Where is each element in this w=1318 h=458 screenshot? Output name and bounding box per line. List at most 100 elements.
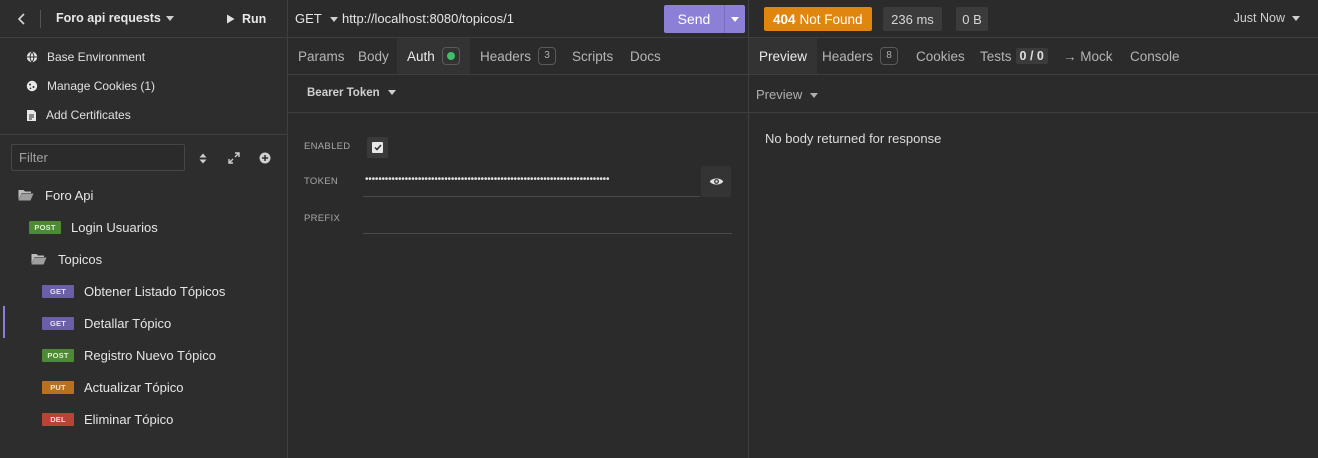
headers-count-badge: 3 [538, 47, 557, 65]
globe-icon [26, 51, 38, 63]
send-options-button[interactable] [725, 16, 745, 22]
show-token-button[interactable] [701, 166, 731, 197]
tab-params[interactable]: Params [298, 38, 345, 74]
collection-label: Foro Api [45, 187, 94, 203]
method-selector[interactable]: GET [295, 11, 338, 26]
menu-add-certificates[interactable]: Add Certificates [26, 105, 131, 125]
folder-topicos[interactable]: Topicos [31, 248, 102, 270]
sidebar-header: Foro api requests Run [0, 0, 287, 38]
certificate-icon [27, 109, 36, 121]
expand-all-button[interactable] [225, 149, 243, 167]
active-request-indicator [3, 306, 5, 338]
token-underline [363, 196, 700, 197]
auth-type-bar: Bearer Token [288, 75, 748, 113]
url-input[interactable]: http://localhost:8080/topicos/1 [342, 11, 514, 26]
request-label: Login Usuarios [71, 219, 158, 235]
request-label: Actualizar Tópico [84, 379, 184, 395]
request-eliminar-topico[interactable]: DEL Eliminar Tópico [42, 408, 173, 430]
request-obtener-listado[interactable]: GET Obtener Listado Tópicos [42, 280, 225, 302]
menu-label: Add Certificates [46, 108, 131, 122]
tab-mock[interactable]: → Mock [1063, 38, 1113, 74]
enabled-label: ENABLED [304, 141, 351, 152]
run-label: Run [242, 12, 267, 26]
status-text: Not Found [799, 11, 863, 27]
history-selector[interactable]: Just Now [1234, 11, 1300, 25]
run-button[interactable]: Run [226, 10, 266, 28]
response-status-bar: 404 Not Found 236 ms 0 B Just Now [749, 0, 1318, 38]
method-badge: GET [42, 316, 74, 330]
tab-headers[interactable]: Headers 3 [480, 38, 557, 74]
response-tabs: Preview Headers 8 Cookies Tests 0 / 0 → … [749, 38, 1318, 75]
project-name: Foro api requests [56, 11, 161, 25]
chevron-down-icon [387, 90, 396, 96]
checkbox-box [372, 142, 383, 153]
enabled-checkbox[interactable] [367, 137, 388, 158]
token-label: TOKEN [304, 176, 339, 187]
prefix-label: PREFIX [304, 213, 341, 224]
auth-type-label: Bearer Token [307, 87, 380, 99]
sidebar: Foro api requests Run Base Environment M… [0, 0, 288, 458]
menu-label: Manage Cookies (1) [47, 79, 156, 93]
add-request-button[interactable] [256, 149, 274, 167]
headers-count-badge: 8 [880, 47, 899, 65]
auth-enabled-indicator [441, 47, 460, 65]
request-tabs: Params Body Auth Headers 3 Scripts Docs [288, 38, 748, 75]
request-login-usuarios[interactable]: POST Login Usuarios [29, 216, 158, 238]
chevron-down-icon [165, 16, 174, 22]
back-button[interactable] [12, 9, 32, 29]
method-badge: GET [42, 284, 74, 298]
method-badge: DEL [42, 412, 74, 426]
sort-icon [199, 153, 207, 163]
collection-foro-api[interactable]: Foro Api [18, 184, 93, 206]
auth-type-selector[interactable]: Bearer Token [307, 87, 396, 99]
tab-docs[interactable]: Docs [630, 38, 661, 74]
request-label: Registro Nuevo Tópico [84, 347, 216, 363]
sidebar-menu: Base Environment Manage Cookies (1) Add … [0, 39, 287, 135]
tab-scripts[interactable]: Scripts [572, 38, 613, 74]
status-dot-icon [446, 52, 455, 60]
folder-open-icon [31, 254, 47, 265]
header-divider [40, 10, 41, 28]
tab-auth-label: Auth [407, 48, 435, 64]
tab-headers-label: Headers [822, 48, 874, 64]
tab-headers-label: Headers [480, 48, 532, 64]
prefix-input[interactable] [363, 233, 732, 234]
tab-body[interactable]: Body [358, 38, 389, 74]
method-badge: PUT [42, 380, 74, 394]
menu-manage-cookies[interactable]: Manage Cookies (1) [26, 76, 155, 96]
request-registro-nuevo[interactable]: POST Registro Nuevo Tópico [42, 344, 216, 366]
play-icon [227, 14, 235, 24]
eye-icon [709, 178, 723, 185]
response-time: 236 ms [883, 7, 942, 31]
request-actualizar-topico[interactable]: PUT Actualizar Tópico [42, 376, 183, 398]
method-badge: POST [42, 348, 74, 362]
chevron-down-icon [329, 17, 338, 23]
menu-label: Base Environment [47, 50, 146, 64]
response-size: 0 B [956, 7, 988, 31]
tab-auth[interactable]: Auth [397, 38, 470, 74]
method-badge: POST [29, 220, 61, 234]
preview-mode-selector[interactable]: Preview [756, 87, 819, 102]
tab-response-headers[interactable]: Headers 8 [822, 38, 899, 74]
send-button[interactable]: Send [664, 5, 745, 33]
request-label: Detallar Tópico [84, 315, 172, 331]
chevron-left-icon [17, 13, 25, 25]
menu-base-environment[interactable]: Base Environment [26, 47, 145, 67]
tab-tests[interactable]: Tests 0 / 0 [980, 38, 1048, 74]
preview-mode-bar: Preview [749, 75, 1318, 113]
sort-button[interactable] [194, 149, 212, 167]
token-input[interactable]: ••••••••••••••••••••••••••••••••••••••••… [365, 174, 701, 188]
folder-label: Topicos [58, 251, 103, 267]
tab-preview[interactable]: Preview [749, 38, 818, 74]
plus-circle-icon [259, 152, 271, 164]
status-code: 404 [773, 11, 796, 27]
chevron-down-icon [731, 16, 739, 22]
tab-console[interactable]: Console [1130, 38, 1180, 74]
project-selector[interactable]: Foro api requests [56, 11, 174, 25]
request-label: Eliminar Tópico [84, 411, 174, 427]
filter-input[interactable] [11, 144, 185, 171]
chevron-down-icon [810, 93, 819, 99]
expand-icon [228, 152, 240, 164]
tab-cookies[interactable]: Cookies [916, 38, 965, 74]
request-detallar-topico[interactable]: GET Detallar Tópico [42, 312, 171, 334]
